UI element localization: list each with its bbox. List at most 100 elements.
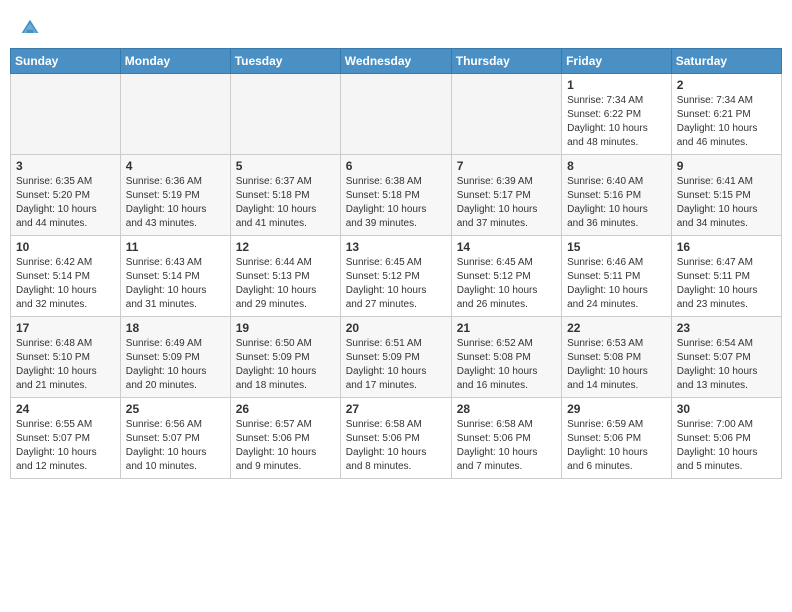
day-number: 30 [677,402,776,416]
day-number: 20 [346,321,446,335]
day-number: 28 [457,402,556,416]
logo [20,18,44,38]
day-info: Sunrise: 6:44 AM Sunset: 5:13 PM Dayligh… [236,256,335,312]
calendar-week-row: 17 Sunrise: 6:48 AM Sunset: 5:10 PM Dayli… [11,317,782,398]
calendar-cell: 20 Sunrise: 6:51 AM Sunset: 5:09 PM Dayli… [340,317,451,398]
day-info: Sunrise: 6:35 AM Sunset: 5:20 PM Dayligh… [16,175,115,231]
day-info: Sunrise: 6:41 AM Sunset: 5:15 PM Dayligh… [677,175,776,231]
calendar-cell [11,74,121,155]
calendar-cell: 25 Sunrise: 6:56 AM Sunset: 5:07 PM Dayli… [120,398,230,479]
calendar-cell: 17 Sunrise: 6:48 AM Sunset: 5:10 PM Dayli… [11,317,121,398]
calendar-cell: 15 Sunrise: 6:46 AM Sunset: 5:11 PM Dayli… [562,236,672,317]
calendar-cell: 10Sunrise: 6:42 AM Sunset: 5:14 PM Dayli… [11,236,121,317]
calendar-cell: 7 Sunrise: 6:39 AM Sunset: 5:17 PM Daylig… [451,155,561,236]
column-header-thursday: Thursday [451,49,561,74]
day-info: Sunrise: 6:56 AM Sunset: 5:07 PM Dayligh… [126,418,225,474]
day-number: 8 [567,159,666,173]
calendar-week-row: 24 Sunrise: 6:55 AM Sunset: 5:07 PM Dayli… [11,398,782,479]
calendar-cell: 21 Sunrise: 6:52 AM Sunset: 5:08 PM Dayli… [451,317,561,398]
calendar-cell: 4Sunrise: 6:36 AM Sunset: 5:19 PM Daylig… [120,155,230,236]
day-info: Sunrise: 6:59 AM Sunset: 5:06 PM Dayligh… [567,418,666,474]
day-info: Sunrise: 6:58 AM Sunset: 5:06 PM Dayligh… [346,418,446,474]
day-number: 3 [16,159,115,173]
calendar-cell: 19 Sunrise: 6:50 AM Sunset: 5:09 PM Dayli… [230,317,340,398]
day-number: 24 [16,402,115,416]
day-info: Sunrise: 6:40 AM Sunset: 5:16 PM Dayligh… [567,175,666,231]
calendar-cell: 1 Sunrise: 7:34 AM Sunset: 6:22 PM Daylig… [562,74,672,155]
day-number: 29 [567,402,666,416]
logo-icon [20,18,40,38]
day-number: 9 [677,159,776,173]
calendar-cell: 8 Sunrise: 6:40 AM Sunset: 5:16 PM Daylig… [562,155,672,236]
day-info: Sunrise: 6:47 AM Sunset: 5:11 PM Dayligh… [677,256,776,312]
column-header-sunday: Sunday [11,49,121,74]
calendar-cell: 23Sunrise: 6:54 AM Sunset: 5:07 PM Dayli… [671,317,781,398]
calendar-week-row: 10Sunrise: 6:42 AM Sunset: 5:14 PM Dayli… [11,236,782,317]
day-info: Sunrise: 6:55 AM Sunset: 5:07 PM Dayligh… [16,418,115,474]
column-header-friday: Friday [562,49,672,74]
day-info: Sunrise: 6:42 AM Sunset: 5:14 PM Dayligh… [16,256,115,312]
day-number: 21 [457,321,556,335]
day-info: Sunrise: 6:53 AM Sunset: 5:08 PM Dayligh… [567,337,666,393]
day-info: Sunrise: 6:45 AM Sunset: 5:12 PM Dayligh… [346,256,446,312]
day-number: 23 [677,321,776,335]
day-info: Sunrise: 6:48 AM Sunset: 5:10 PM Dayligh… [16,337,115,393]
day-info: Sunrise: 6:43 AM Sunset: 5:14 PM Dayligh… [126,256,225,312]
day-number: 11 [126,240,225,254]
day-info: Sunrise: 6:46 AM Sunset: 5:11 PM Dayligh… [567,256,666,312]
day-number: 1 [567,78,666,92]
day-info: Sunrise: 6:52 AM Sunset: 5:08 PM Dayligh… [457,337,556,393]
calendar-cell: 9 Sunrise: 6:41 AM Sunset: 5:15 PM Daylig… [671,155,781,236]
day-number: 22 [567,321,666,335]
day-number: 15 [567,240,666,254]
column-header-tuesday: Tuesday [230,49,340,74]
day-info: Sunrise: 7:34 AM Sunset: 6:21 PM Dayligh… [677,94,776,150]
day-info: Sunrise: 6:39 AM Sunset: 5:17 PM Dayligh… [457,175,556,231]
calendar-cell: 22 Sunrise: 6:53 AM Sunset: 5:08 PM Dayli… [562,317,672,398]
column-header-wednesday: Wednesday [340,49,451,74]
day-info: Sunrise: 6:37 AM Sunset: 5:18 PM Dayligh… [236,175,335,231]
day-info: Sunrise: 7:00 AM Sunset: 5:06 PM Dayligh… [677,418,776,474]
day-info: Sunrise: 7:34 AM Sunset: 6:22 PM Dayligh… [567,94,666,150]
calendar-header-row: SundayMondayTuesdayWednesdayThursdayFrid… [11,49,782,74]
day-info: Sunrise: 6:51 AM Sunset: 5:09 PM Dayligh… [346,337,446,393]
calendar-cell: 28 Sunrise: 6:58 AM Sunset: 5:06 PM Dayli… [451,398,561,479]
calendar-week-row: 1 Sunrise: 7:34 AM Sunset: 6:22 PM Daylig… [11,74,782,155]
column-header-saturday: Saturday [671,49,781,74]
day-number: 7 [457,159,556,173]
day-info: Sunrise: 6:58 AM Sunset: 5:06 PM Dayligh… [457,418,556,474]
calendar-cell: 26 Sunrise: 6:57 AM Sunset: 5:06 PM Dayli… [230,398,340,479]
calendar-table: SundayMondayTuesdayWednesdayThursdayFrid… [10,48,782,479]
day-info: Sunrise: 6:38 AM Sunset: 5:18 PM Dayligh… [346,175,446,231]
calendar-cell: 29 Sunrise: 6:59 AM Sunset: 5:06 PM Dayli… [562,398,672,479]
calendar-cell: 6 Sunrise: 6:38 AM Sunset: 5:18 PM Daylig… [340,155,451,236]
day-number: 17 [16,321,115,335]
calendar-cell: 18Sunrise: 6:49 AM Sunset: 5:09 PM Dayli… [120,317,230,398]
calendar-cell: 5Sunrise: 6:37 AM Sunset: 5:18 PM Daylig… [230,155,340,236]
day-number: 4 [126,159,225,173]
day-number: 27 [346,402,446,416]
calendar-cell: 16 Sunrise: 6:47 AM Sunset: 5:11 PM Dayli… [671,236,781,317]
calendar-cell: 2 Sunrise: 7:34 AM Sunset: 6:21 PM Daylig… [671,74,781,155]
day-number: 16 [677,240,776,254]
calendar-cell: 3 Sunrise: 6:35 AM Sunset: 5:20 PM Daylig… [11,155,121,236]
calendar-cell: 14Sunrise: 6:45 AM Sunset: 5:12 PM Dayli… [451,236,561,317]
day-number: 12 [236,240,335,254]
calendar-cell [451,74,561,155]
day-info: Sunrise: 6:57 AM Sunset: 5:06 PM Dayligh… [236,418,335,474]
calendar-week-row: 3 Sunrise: 6:35 AM Sunset: 5:20 PM Daylig… [11,155,782,236]
day-number: 6 [346,159,446,173]
day-number: 13 [346,240,446,254]
calendar-cell: 11 Sunrise: 6:43 AM Sunset: 5:14 PM Dayli… [120,236,230,317]
calendar-cell [340,74,451,155]
day-number: 2 [677,78,776,92]
day-info: Sunrise: 6:50 AM Sunset: 5:09 PM Dayligh… [236,337,335,393]
day-number: 19 [236,321,335,335]
calendar-cell: 12 Sunrise: 6:44 AM Sunset: 5:13 PM Dayli… [230,236,340,317]
day-number: 14 [457,240,556,254]
day-number: 18 [126,321,225,335]
calendar-cell: 30 Sunrise: 7:00 AM Sunset: 5:06 PM Dayli… [671,398,781,479]
day-number: 26 [236,402,335,416]
calendar-cell [230,74,340,155]
day-number: 25 [126,402,225,416]
